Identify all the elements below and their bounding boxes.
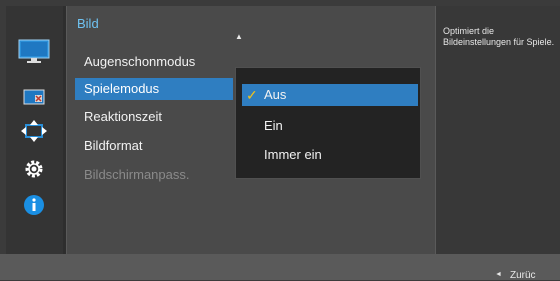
back-label[interactable]: Zurüc [510,270,536,281]
resize-icon[interactable] [16,118,52,144]
option-label: Immer ein [264,147,322,162]
option-ein[interactable]: Ein [242,115,418,137]
help-text: Optimiert die Bildeinstellungen für Spie… [443,26,555,47]
info-icon[interactable] [16,192,52,218]
menu-item-spielemodus[interactable]: Spielemodus [75,78,233,100]
option-aus[interactable]: ✓ Aus [242,84,418,106]
settings-gear-icon[interactable] [16,156,52,182]
option-immer-ein[interactable]: Immer ein [242,144,418,166]
sidebar-icon-column [6,6,63,254]
menu-item-reaktionszeit[interactable]: Reaktionszeit [75,106,233,128]
back-arrow-icon[interactable]: ◄ [495,271,502,278]
help-panel: Optimiert die Bildeinstellungen für Spie… [435,6,560,254]
menu-item-augenschonmodus[interactable]: Augenschonmodus [75,51,233,73]
menu-panel: Bild ▲ Augenschonmodus Spielemodus Reakt… [66,6,435,254]
option-label: Ein [264,118,283,133]
bottom-bar [0,254,560,280]
menu-title: Bild [77,16,99,31]
scroll-up-indicator-icon[interactable]: ▲ [235,32,243,41]
picture-icon[interactable] [16,38,52,64]
option-label: Aus [264,87,287,102]
spielemodus-options: ✓ Aus Ein Immer ein [235,67,421,179]
checkmark-icon: ✓ [246,87,258,103]
menu-item-bildformat[interactable]: Bildformat [75,135,233,157]
color-icon[interactable] [16,84,52,110]
menu-item-bildschirmanpassung: Bildschirmanpass. [84,167,190,182]
